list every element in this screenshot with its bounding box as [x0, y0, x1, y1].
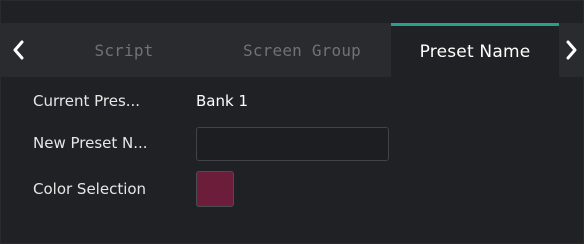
chevron-left-icon[interactable] [3, 33, 33, 67]
tab-screen-group[interactable]: Screen Group [213, 23, 391, 77]
current-preset-row: Current Pres... Bank 1 [1, 81, 584, 121]
color-swatch[interactable] [196, 171, 234, 207]
chevron-right-icon[interactable] [557, 33, 584, 67]
tab-preset-name[interactable]: Preset Name [391, 23, 559, 77]
current-preset-label: Current Pres... [33, 92, 141, 110]
new-preset-label: New Preset N... [33, 134, 148, 152]
preset-panel: Script Screen Group Preset Name Current … [0, 0, 584, 244]
current-preset-value: Bank 1 [196, 92, 248, 110]
color-selection-label: Color Selection [33, 180, 147, 198]
color-selection-row: Color Selection [1, 169, 584, 209]
new-preset-row: New Preset N... [1, 123, 584, 163]
new-preset-input[interactable] [196, 127, 389, 161]
tab-bar: Script Screen Group Preset Name [1, 23, 584, 77]
tab-script[interactable]: Script [35, 23, 213, 77]
